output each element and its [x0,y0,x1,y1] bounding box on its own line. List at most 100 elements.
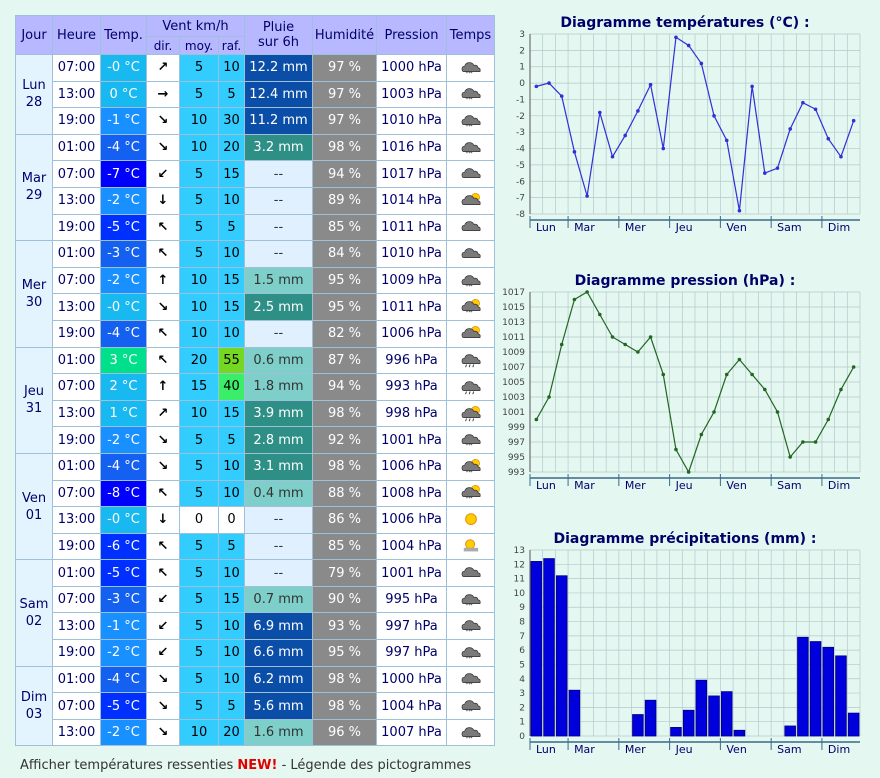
x-day-label: Jeu [675,479,693,492]
weather-cell: * * * [446,80,495,109]
rain-cell: 5.6 mm [244,692,313,720]
header-heure: Heure [52,15,101,55]
precipitation-chart: Diagramme précipitations (mm) :13 12 11 10 9… [495,526,875,758]
wind-direction-arrow: ↓ [146,506,180,534]
svg-text:*: * [468,496,471,502]
data-point [585,194,589,198]
x-day-label: Sam [777,743,801,756]
humidity-cell: 98 % [312,692,377,720]
day-number: 28 [25,95,43,111]
day-cell: Mar 29 [15,133,53,242]
weather-cell: * * * [446,266,495,295]
pressure-cell: 1007 hPa [376,718,447,747]
wind-average-cell: 5 [179,80,219,109]
humidity-cell: 90 % [312,585,377,614]
data-point [763,171,767,175]
day-cell: Jeu 31 [15,346,53,454]
forecast-row: 07:00 -5 °C ↘ 5 5 5.6 mm 98 % 1004 hPa * * * [16,692,495,720]
header-humidite: Humidité [312,15,377,55]
wind-direction-arrow: ↓ [146,186,180,215]
wind-gust-cell: 20 [218,133,245,162]
data-point [585,290,589,294]
data-point [674,447,678,452]
data-point [750,84,754,89]
temp-cell: 3 °C [100,346,147,375]
day-number: 31 [25,401,43,417]
wind-direction-arrow: ↘ [146,133,180,162]
svg-text:*: * [468,443,471,449]
rain-cell: -- [244,559,313,587]
wind-gust-cell: 15 [218,293,245,321]
feels-like-link[interactable]: Afficher températures ressenties [20,758,233,773]
wind-average-cell: 15 [179,373,219,401]
data-point [598,312,602,317]
weather-cell [446,346,495,375]
y-tick-label: -5 [516,161,525,171]
x-day-label: Sam [777,479,801,492]
forecast-row: Mer 30 01:00 -3 °C ↖ 5 10 -- 84 % 1010 hPa [15,240,495,348]
y-tick-label: 6 [519,646,525,656]
humidity-cell: 82 % [312,319,377,348]
wind-gust-cell: 10 [218,186,245,215]
pressure-cell: 998 hPa [376,399,447,428]
wind-direction-arrow: ↖ [146,240,180,268]
temperature-chart: Diagramme températures (°C) : 3 2 1 0 -1 -2 -3 -… [495,10,875,250]
wind-direction-arrow: ↘ [146,452,180,481]
pressure-cell: 1009 hPa [376,266,447,295]
forecast-row: 07:00 2 °C ↑ 15 40 1.8 mm 94 % 993 hPa [16,373,495,401]
data-point [851,365,856,369]
y-tick-label: -2 [516,112,525,122]
pictogram-legend-link[interactable]: Légende des pictogrammes [290,758,471,773]
wind-gust-cell: 5 [218,426,245,454]
data-point [750,372,754,377]
wind-gust-cell: 10 [218,612,245,641]
data-point [674,35,678,40]
wind-direction-arrow: ↗ [146,54,180,82]
weather-cell: * * * [446,665,495,694]
humidity-cell: 94 % [312,373,377,401]
hour-cell: 13:00 [52,80,101,109]
x-day-label: Ven [726,743,746,756]
wind-direction-arrow: ↘ [146,665,180,694]
forecast-row: Jeu 31 01:00 3 °C ↖ 20 55 0.6 mm 87 % 996 hPa [15,346,495,454]
pressure-cell: 995 hPa [376,585,447,614]
svg-text:*: * [468,310,471,316]
forecast-row: 13:00 -2 °C ↘ 10 20 1.6 mm 96 % 1007 hPa * * * [16,718,495,747]
header-pluie-line1: Pluie [262,20,295,35]
data-point [623,342,627,347]
rain-cell: -- [244,532,313,561]
y-tick-label: 7 [519,632,525,642]
precipitation-chart-svg: Diagramme précipitations (mm) :131211109… [514,531,861,756]
data-point [636,350,640,354]
svg-text:*: * [468,124,471,130]
x-day-label: Dim [828,221,850,234]
temp-cell: -4 °C [100,452,147,481]
forecast-row: 19:00 -2 °C ↘ 5 5 2.8 mm 92 % 1001 hPa * * * [16,426,495,454]
y-tick-label: 9 [519,603,525,613]
day-cell: Mer 30 [15,240,53,348]
data-point [788,455,792,459]
humidity-cell: 95 % [312,266,377,295]
svg-text:*: * [468,98,471,104]
data-point [737,208,742,213]
y-tick-label: 1015 [502,303,525,313]
wind-direction-arrow: ↘ [146,692,180,720]
forecast-row: 07:00 -7 °C ↙ 5 15 -- 94 % 1017 hPa [16,160,495,188]
data-point [661,372,666,377]
rain-cell: 3.9 mm [244,399,313,428]
precip-bar [708,695,720,737]
data-point [813,440,818,444]
wind-gust-cell: 10 [218,452,245,481]
snow-cloud-icon: * * * [459,112,483,130]
weather-cell [446,186,495,215]
forecast-row: 07:00 -2 °C ↑ 10 15 1.5 mm 95 % 1009 hPa * * * [16,266,495,295]
rain-cell: 1.8 mm [244,373,313,401]
svg-text:*: * [468,656,471,662]
pressure-cell: 1016 hPa [376,133,447,162]
wind-direction-arrow: ↙ [146,585,180,614]
new-badge: NEW! [237,758,278,773]
data-point [724,138,729,143]
pressure-cell: 1006 hPa [376,319,447,348]
snow-cloud-icon: * * * [459,431,483,449]
temp-cell: -1 °C [100,107,147,135]
